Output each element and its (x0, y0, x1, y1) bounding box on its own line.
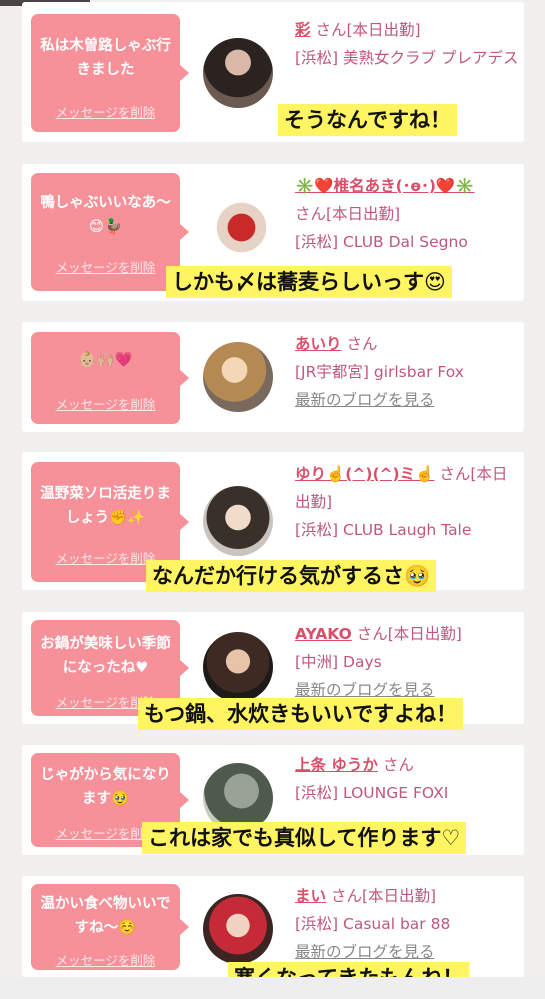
message-bubble: 私は木曽路しゃぶ行きました メッセージを削除 (31, 14, 189, 132)
latest-blog-link[interactable]: 最新のブログを見る (295, 943, 435, 961)
avatar[interactable] (203, 342, 273, 412)
message-text: 鴨しゃぶいいなあ〜😊🦆 (40, 195, 171, 235)
shop-name: [浜松] CLUB Laugh Tale (295, 521, 472, 539)
delete-message-link[interactable]: メッセージを削除 (31, 257, 180, 276)
caption-overlay: もつ鍋、水炊きもいいですよね！ (138, 698, 464, 730)
message-text: 👶🏼🙌🏼💗 (78, 352, 133, 368)
message-text: お鍋が美味しい季節になったね♥ (40, 636, 171, 676)
delete-message-link[interactable]: メッセージを削除 (31, 102, 180, 121)
cast-name-link[interactable]: ✳️❤️椎名あき(･ө･)❤️✳️ (295, 177, 475, 195)
avatar[interactable] (203, 486, 273, 556)
status-text: さん (346, 335, 378, 353)
latest-blog-link[interactable]: 最新のブログを見る (295, 391, 435, 409)
status-text: さん (382, 756, 414, 774)
latest-blog-link[interactable]: 最新のブログを見る (295, 681, 435, 699)
message-bubble: 鴨しゃぶいいなあ〜😊🦆 メッセージを削除 (31, 173, 189, 291)
shop-name: [浜松] 美熟女クラブ プレアデス (295, 49, 519, 67)
status-text: さん[本日出勤] (356, 625, 462, 643)
cast-name-link[interactable]: あいり (295, 335, 342, 353)
caption-overlay: しかも〆は蕎麦らしいっす😍 (166, 266, 452, 298)
status-text: さん[本日出勤] (315, 21, 421, 39)
avatar[interactable] (203, 38, 273, 108)
cast-name-link[interactable]: ゆり☝️(^)(^)ミ☝️ (295, 465, 434, 483)
status-text: さん[本日出勤] (330, 887, 437, 905)
status-text: さん[本日出勤] (295, 205, 401, 223)
cast-name-link[interactable]: 上条 ゆうか (295, 756, 378, 774)
message-text: 温かい食べ物いいですね〜☺️ (40, 896, 171, 936)
message-bubble: 温かい食べ物いいですね〜☺️ メッセージを削除 (31, 884, 189, 970)
shop-name: [浜松] Casual bar 88 (295, 915, 451, 933)
cast-name-link[interactable]: AYAKO (295, 625, 352, 643)
message-card: 👶🏼🙌🏼💗 メッセージを削除 あいり さん [JR宇都宮] girlsbar F… (22, 322, 524, 432)
message-text: 私は木曽路しゃぶ行きました (40, 38, 171, 78)
bottom-bar (0, 977, 545, 999)
avatar[interactable] (203, 894, 273, 964)
shop-name: [中洲] Days (295, 653, 382, 671)
shop-name: [JR宇都宮] girlsbar Fox (295, 363, 464, 381)
delete-message-link[interactable]: メッセージを削除 (31, 950, 180, 969)
delete-message-link[interactable]: メッセージを削除 (31, 394, 180, 413)
message-text: 温野菜ソロ活走りましょう✊✨ (40, 486, 171, 526)
avatar[interactable] (203, 196, 273, 266)
message-text: じゃがから気になります🥹 (40, 767, 171, 807)
caption-overlay: なんだか行ける気がするさ🥹 (146, 560, 437, 592)
cast-name-link[interactable]: まい (295, 887, 326, 905)
message-bubble: 👶🏼🙌🏼💗 メッセージを削除 (31, 332, 189, 424)
shop-name: [浜松] LOUNGE FOXI (295, 784, 449, 802)
caption-overlay: そうなんですね！ (278, 104, 457, 136)
shop-name: [浜松] CLUB Dal Segno (295, 233, 468, 251)
caption-overlay: これは家でも真似して作ります♡ (142, 822, 467, 854)
cast-name-link[interactable]: 彩 (295, 21, 311, 39)
avatar[interactable] (203, 632, 273, 702)
